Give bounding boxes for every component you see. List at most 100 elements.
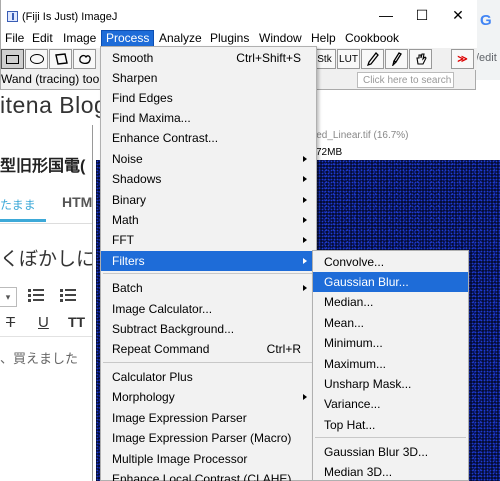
menu-item-top-hat[interactable]: Top Hat... xyxy=(313,415,468,435)
strikethrough-button[interactable]: T xyxy=(6,314,15,331)
menu-cookbook[interactable]: Cookbook xyxy=(341,30,403,48)
menu-item-subtract-background[interactable]: Subtract Background... xyxy=(101,319,316,339)
menu-item-label: Gaussian Blur 3D... xyxy=(324,445,429,459)
menu-item-label: Find Edges xyxy=(112,91,173,105)
menu-item-shadows[interactable]: Shadows xyxy=(101,169,316,189)
menu-item-noise[interactable]: Noise xyxy=(101,149,316,169)
close-button[interactable]: ✕ xyxy=(440,0,476,30)
menu-item-label: Noise xyxy=(112,152,143,166)
submenu-arrow-icon xyxy=(303,217,307,223)
rectangle-icon xyxy=(6,54,19,64)
menu-item-gaussian-blur[interactable]: Gaussian Blur... xyxy=(313,272,468,292)
menu-item-find-edges[interactable]: Find Edges xyxy=(101,88,316,108)
submenu-arrow-icon xyxy=(303,285,307,291)
menu-item-median[interactable]: Median... xyxy=(313,292,468,312)
menu-item-label: Sharpen xyxy=(112,71,158,85)
search-input[interactable]: Click here to search xyxy=(357,72,454,88)
menu-item-label: Gaussian Blur... xyxy=(324,275,409,289)
menu-item-repeat-command[interactable]: Repeat Command Ctrl+R xyxy=(101,339,316,359)
menu-item-batch[interactable]: Batch xyxy=(101,278,316,298)
menu-item-convolve[interactable]: Convolve... xyxy=(313,252,468,272)
oval-tool[interactable] xyxy=(25,49,48,69)
menu-file[interactable]: File xyxy=(1,30,28,48)
menu-item-image-expression-parser-macro[interactable]: Image Expression Parser (Macro) xyxy=(101,428,316,448)
menu-separator xyxy=(103,362,314,363)
menu-item-minimum[interactable]: Minimum... xyxy=(313,333,468,353)
menu-item-label: Calculator Plus xyxy=(112,370,193,384)
menu-item-shortcut: Ctrl+R xyxy=(266,342,301,356)
menu-item-smooth[interactable]: Smooth Ctrl+Shift+S xyxy=(101,48,316,68)
menu-item-label: Subtract Background... xyxy=(112,322,235,336)
brush-tool[interactable] xyxy=(385,49,408,69)
menu-item-unsharp-mask[interactable]: Unsharp Mask... xyxy=(313,374,468,394)
menu-item-binary[interactable]: Binary xyxy=(101,190,316,210)
pencil-icon xyxy=(366,52,379,66)
menu-item-mean[interactable]: Mean... xyxy=(313,313,468,333)
menu-item-sharpen[interactable]: Sharpen xyxy=(101,68,316,88)
menu-item-enhance-contrast[interactable]: Enhance Contrast... xyxy=(101,128,316,148)
maximize-button[interactable]: ☐ xyxy=(404,0,440,30)
menu-item-calculator-plus[interactable]: Calculator Plus xyxy=(101,367,316,387)
menu-item-variance[interactable]: Variance... xyxy=(313,394,468,414)
font-size-button[interactable]: TT xyxy=(68,314,85,330)
oval-icon xyxy=(29,54,44,64)
imagej-titlebar[interactable]: (Fiji Is Just) ImageJ — ☐ ✕ xyxy=(1,0,477,30)
menu-separator xyxy=(103,273,314,274)
submenu-arrow-icon xyxy=(303,237,307,243)
menu-item-label: Enhance Contrast... xyxy=(112,131,219,145)
freehand-icon xyxy=(78,54,91,65)
menu-item-gaussian-blur-3d[interactable]: Gaussian Blur 3D... xyxy=(313,442,468,462)
menu-item-label: Math xyxy=(112,213,139,227)
menu-item-label: Image Expression Parser xyxy=(112,411,247,425)
menu-separator xyxy=(315,437,466,438)
menu-image[interactable]: Image xyxy=(59,30,100,48)
menu-item-shortcut: Ctrl+Shift+S xyxy=(236,51,301,65)
bullet-list-icon[interactable] xyxy=(28,289,44,303)
process-menu: Smooth Ctrl+Shift+S Sharpen Find Edges Fi… xyxy=(100,46,317,481)
menu-item-median-3d[interactable]: Median 3D... xyxy=(313,462,468,481)
menu-item-label: Convolve... xyxy=(324,255,385,269)
menu-item-fft[interactable]: FFT xyxy=(101,230,316,250)
menu-item-label: Enhance Local Contrast (CLAHE) xyxy=(112,472,292,481)
menu-item-find-maxima[interactable]: Find Maxima... xyxy=(101,108,316,128)
menu-item-label: Median 3D... xyxy=(324,465,393,479)
editor-tab-html[interactable]: HTM xyxy=(62,194,92,210)
menu-item-filters[interactable]: Filters xyxy=(101,251,316,271)
flood-fill-tool[interactable] xyxy=(409,49,432,69)
numbered-list-icon[interactable] xyxy=(60,289,76,303)
menu-item-image-expression-parser[interactable]: Image Expression Parser xyxy=(101,408,316,428)
submenu-arrow-icon xyxy=(303,176,307,182)
pencil-tool[interactable] xyxy=(361,49,384,69)
menu-item-morphology[interactable]: Morphology xyxy=(101,387,316,407)
minimize-button[interactable]: — xyxy=(368,0,404,30)
article-title: 型旧形国電( xyxy=(0,158,86,175)
menu-item-enhance-local-contrast[interactable]: Enhance Local Contrast (CLAHE) xyxy=(101,469,316,481)
menu-item-multiple-image-processor[interactable]: Multiple Image Processor xyxy=(101,449,316,469)
menu-item-maximum[interactable]: Maximum... xyxy=(313,354,468,374)
freehand-tool[interactable] xyxy=(73,49,96,69)
editor-body-text: 、買えました xyxy=(0,351,79,366)
url-fragment: /edit xyxy=(476,52,497,64)
underline-button[interactable]: U xyxy=(38,314,49,331)
more-tools-button[interactable]: ≫ xyxy=(451,49,474,69)
menu-item-math[interactable]: Math xyxy=(101,210,316,230)
rectangle-tool[interactable] xyxy=(1,49,24,69)
menu-item-label: Median... xyxy=(324,295,374,309)
active-tab-indicator xyxy=(0,219,46,222)
menu-item-image-calculator[interactable]: Image Calculator... xyxy=(101,299,316,319)
menu-item-label: Binary xyxy=(112,193,147,207)
status-text: Wand (tracing) tool xyxy=(1,72,102,86)
google-logo[interactable]: G xyxy=(480,12,492,29)
menu-item-label: Top Hat... xyxy=(324,418,376,432)
menu-item-label: Repeat Command xyxy=(112,342,210,356)
submenu-arrow-icon xyxy=(303,156,307,162)
hand-icon xyxy=(415,53,427,65)
polygon-tool[interactable] xyxy=(49,49,72,69)
editor-tab-preview[interactable]: たまま xyxy=(0,196,36,213)
paragraph-style-select[interactable]: ▾ xyxy=(0,287,17,307)
toolbar-divider xyxy=(0,336,100,337)
lut-tool[interactable]: LUT xyxy=(337,49,360,69)
menu-item-label: FFT xyxy=(112,233,134,247)
menu-item-label: Smooth xyxy=(112,51,154,65)
menu-edit[interactable]: Edit xyxy=(28,30,57,48)
